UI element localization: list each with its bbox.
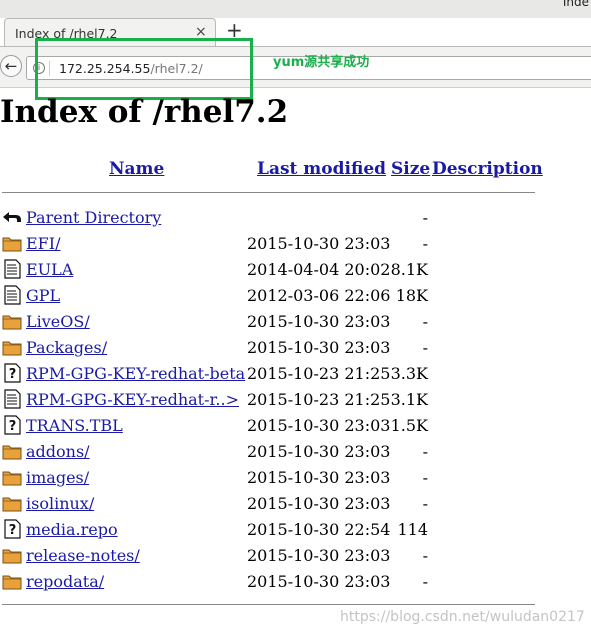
bottom-divider xyxy=(2,604,535,605)
folder-icon xyxy=(2,315,22,330)
entry-link[interactable]: images/ xyxy=(26,468,89,487)
entry-size: - xyxy=(422,494,428,513)
column-header-last-modified[interactable]: Last modified xyxy=(257,159,386,179)
listing-row: Packages/2015-10-30 23:03 - xyxy=(0,334,591,360)
unknown-file-icon: ? xyxy=(4,363,21,383)
entry-link[interactable]: RPM-GPG-KEY-redhat-beta xyxy=(26,364,245,383)
entry-size: - xyxy=(422,546,428,565)
entry-link[interactable]: Packages/ xyxy=(26,338,107,357)
listing-row: ? RPM-GPG-KEY-redhat-beta 2015-10-23 21:25… xyxy=(0,360,591,386)
listing-row: ? media.repo 2015-10-30 22:54 114 xyxy=(0,516,591,542)
svg-text:?: ? xyxy=(9,419,17,434)
back-arrow-icon[interactable]: ← xyxy=(0,55,22,77)
listing-row: isolinux/2015-10-30 23:03 - xyxy=(0,490,591,516)
window-title: Inde xyxy=(562,0,589,9)
listing-row: GPL 2012-03-06 22:06 18K xyxy=(0,282,591,308)
entry-link[interactable]: GPL xyxy=(26,286,60,305)
folder-icon xyxy=(2,445,22,460)
window-top-strip: Inde xyxy=(0,0,591,18)
entry-modified: 2015-10-30 23:03 xyxy=(247,546,391,565)
entry-size: 8.1K xyxy=(390,260,428,279)
entry-link[interactable]: RPM-GPG-KEY-redhat-r..> xyxy=(26,390,239,409)
entry-link[interactable]: LiveOS/ xyxy=(26,312,90,331)
entry-size: - xyxy=(422,338,428,357)
folder-icon xyxy=(2,341,22,356)
column-header-size[interactable]: Size xyxy=(391,159,430,179)
entry-modified: 2015-10-30 23:03 xyxy=(247,338,391,357)
annotation-text: yum源共享成功 xyxy=(273,55,370,70)
entry-size: 3.3K xyxy=(390,364,428,383)
entry-size: 3.1K xyxy=(390,390,428,409)
entry-modified: 2015-10-23 21:25 xyxy=(247,364,391,383)
folder-icon xyxy=(2,549,22,564)
page-title: Index of /rhel7.2 xyxy=(0,94,289,130)
listing-row: addons/2015-10-30 23:03 - xyxy=(0,438,591,464)
folder-icon xyxy=(2,497,22,512)
folder-icon xyxy=(2,471,22,486)
entry-size: 114 xyxy=(397,520,428,539)
entry-link[interactable]: media.repo xyxy=(26,520,118,539)
entry-link[interactable]: repodata/ xyxy=(26,572,104,591)
text-file-icon xyxy=(4,389,21,409)
entry-modified: 2015-10-30 23:03 xyxy=(247,572,391,591)
unknown-file-icon: ? xyxy=(4,519,21,539)
top-divider xyxy=(2,192,535,193)
listing-row: Parent Directory - xyxy=(0,204,591,230)
entry-size: - xyxy=(422,572,428,591)
text-file-icon xyxy=(4,285,21,305)
text-file-icon xyxy=(4,259,21,279)
listing-row: EULA 2014-04-04 20:02 8.1K xyxy=(0,256,591,282)
listing-row: RPM-GPG-KEY-redhat-r..> 2015-10-23 21:25 3… xyxy=(0,386,591,412)
entry-modified: 2015-10-30 22:54 xyxy=(247,520,391,539)
entry-link[interactable]: release-notes/ xyxy=(26,546,140,565)
watermark: https://blog.csdn.net/wuludan0217 xyxy=(340,609,585,625)
svg-text:?: ? xyxy=(9,523,17,538)
entry-link[interactable]: TRANS.TBL xyxy=(26,416,123,435)
folder-icon xyxy=(2,237,22,252)
green-highlight-box xyxy=(35,38,253,100)
listing-row: repodata/2015-10-30 23:03 - xyxy=(0,568,591,594)
entry-link[interactable]: Parent Directory xyxy=(26,208,161,227)
entry-modified: 2015-10-30 23:03 xyxy=(247,468,391,487)
entry-link[interactable]: isolinux/ xyxy=(26,494,94,513)
column-header-name[interactable]: Name xyxy=(109,159,164,179)
entry-modified: 2015-10-30 23:03 xyxy=(247,416,391,435)
entry-size: - xyxy=(422,468,428,487)
entry-modified: 2012-03-06 22:06 xyxy=(247,286,391,305)
entry-link[interactable]: EFI/ xyxy=(26,234,61,253)
listing-row: images/2015-10-30 23:03 - xyxy=(0,464,591,490)
back-icon xyxy=(3,212,21,222)
entry-modified: 2015-10-30 23:03 xyxy=(247,312,391,331)
entry-size: - xyxy=(422,234,428,253)
entry-modified: 2014-04-04 20:02 xyxy=(247,260,391,279)
folder-icon xyxy=(2,575,22,590)
unknown-file-icon: ? xyxy=(4,415,21,435)
svg-text:?: ? xyxy=(9,367,17,382)
entry-size: 1.5K xyxy=(390,416,428,435)
column-header-description[interactable]: Description xyxy=(432,159,543,179)
entry-modified: 2015-10-23 21:25 xyxy=(247,390,391,409)
listing-row: EFI/2015-10-30 23:03 - xyxy=(0,230,591,256)
entry-modified: 2015-10-30 23:03 xyxy=(247,442,391,461)
listing-row: LiveOS/2015-10-30 23:03 - xyxy=(0,308,591,334)
entry-size: - xyxy=(422,312,428,331)
entry-link[interactable]: addons/ xyxy=(26,442,90,461)
entry-link[interactable]: EULA xyxy=(26,260,73,279)
entry-size: - xyxy=(422,208,428,227)
entry-size: 18K xyxy=(395,286,428,305)
entry-size: - xyxy=(422,442,428,461)
listing-row: ? TRANS.TBL 2015-10-30 23:03 1.5K xyxy=(0,412,591,438)
entry-modified: 2015-10-30 23:03 xyxy=(247,234,391,253)
listing-row: release-notes/2015-10-30 23:03 - xyxy=(0,542,591,568)
entry-modified: 2015-10-30 23:03 xyxy=(247,494,391,513)
